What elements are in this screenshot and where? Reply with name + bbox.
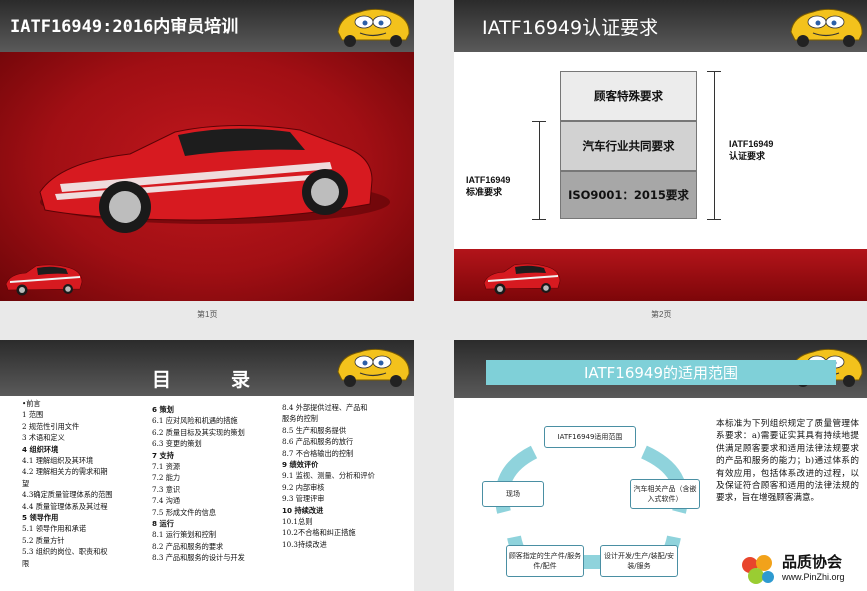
bracket-left-line [539,121,540,219]
toc-item: 5.2 质量方针 [22,535,65,545]
toc-item: 6.3 变更的策划 [152,439,202,449]
toc-item: 4.1 理解组织及其环境 [22,456,94,466]
toc-item: 服务的控制 [282,414,318,424]
slide-3[interactable]: 目录 •前言 1 范围 2 规范性引用文件 3 术语和定义 4 组织环境 4.1 理解组织… [0,340,414,591]
toc-item: 6.2 质量目标及其实现的策划 [152,427,245,437]
toc-item: 8.6 产品和服务的放行 [282,437,354,447]
toc-item: 4.2 理解相关方的需求和期 [22,467,108,477]
toc-item: 7 支持 [152,450,174,460]
small-car-icon [5,264,83,296]
bracket-left-bottom [532,219,546,220]
toc-item: 8 运行 [152,519,174,529]
watermark: 品质协会 www.PinZhi.org [738,551,863,587]
slide-header: 目录 [0,340,414,396]
toc-item: 限 [22,558,30,568]
cartoon-car-icon [337,348,410,387]
bracket-right-line [714,71,715,219]
slide-header: IATF16949认证要求 [454,0,867,52]
toc-item: 2 规范性引用文件 [22,421,80,431]
label-line: 认证要求 [729,151,766,161]
toc-item: 4.3确定质量管理体系的范围 [22,490,113,500]
watermark-name: 品质协会 [782,553,843,571]
toc-item: 7.5 形成文件的信息 [152,507,217,517]
label-line: IATF16949 [466,175,511,185]
toc-item: 5.1 领导作用和承诺 [22,524,87,534]
label-line: IATF16949 [729,139,774,149]
toc-item: 10.3持续改进 [282,539,327,549]
toc-item: 9.3 管理评审 [282,494,325,504]
toc-item: 9.1 监视、测量、分析和评价 [282,471,375,481]
slide-1[interactable]: IATF16949:2016内审员培训 [0,0,414,301]
red-footer-band [454,249,867,301]
cartoon-car-icon [790,8,863,47]
toc-column-1: •前言 1 范围 2 规范性引用文件 3 术语和定义 4 组织环境 4.1 理解组织及其环… [22,398,152,569]
watermark-url: www.PinZhi.org [782,572,845,582]
toc-item: 5 领导作用 [22,513,59,523]
slide-title: IATF16949:2016内审员培训 [10,17,239,37]
toc-item: 6.1 应对风险和机遇的措施 [152,416,238,426]
flow-box-scope: IATF16949适用范围 [544,426,636,448]
toc-item: 7.4 沟通 [152,496,181,506]
toc-column-2: 6 策划 6.1 应对风险和机遇的措施 6.2 质量目标及其实现的策划 6.3 变更的… [152,404,282,564]
label-standard-requirements: IATF16949 标准要求 [466,174,510,198]
toc-item: 8.5 生产和服务提供 [282,425,347,435]
slide-2[interactable]: IATF16949认证要求 顾客特殊要求 汽车行业共同要求 ISO9001：20… [454,0,867,301]
toc-item: 6 策划 [152,405,174,414]
toc-item: 9 绩效评价 [282,460,319,470]
stack-layer-iso9001: ISO9001：2015要求 [560,171,697,219]
pinzhi-logo-icon [742,555,774,584]
scope-description: 本标准为下列组织规定了质量管理体系要求：a)需要证实其具有持续地提供满足顾客要求… [716,419,859,504]
toc-item: 8.7 不合格输出的控制 [282,448,354,458]
toc-item: 9.2 内部审核 [282,482,325,492]
toc-item: 8.3 产品和服务的设计与开发 [152,553,245,563]
toc-item: 望 [22,478,30,488]
flow-box-processes: 设计开发/生产/装配/安装/服务 [600,545,678,577]
toc-item: 1 范围 [22,410,44,420]
small-car-icon [483,263,561,295]
toc-title: 目录 [152,369,311,391]
toc-item: 8.4 外部提供过程、产品和 [282,403,368,412]
slide-header: IATF16949:2016内审员培训 [0,0,414,52]
cartoon-car-icon [337,8,410,47]
label-line: 标准要求 [466,187,503,197]
toc-item: 10.2不合格和纠正措施 [282,528,356,538]
toc-item: •前言 [22,399,41,408]
toc-item: 3 术语和定义 [22,433,65,443]
toc-item: 10.1总则 [282,517,313,527]
toc-item: 8.1 运行策划和控制 [152,530,217,540]
label-certification-requirements: IATF16949 认证要求 [729,138,773,162]
bracket-right-bottom [707,219,721,220]
toc-column-3: 8.4 外部提供过程、产品和 服务的控制 8.5 生产和服务提供 8.6 产品和服务的… [282,402,412,550]
stack-layer-auto-industry: 汽车行业共同要求 [560,121,697,171]
bracket-right-top [707,71,721,72]
bracket-left-top [532,121,546,122]
page-label-1: 第1页 [197,310,218,319]
toc-item: 7.3 意识 [152,484,181,494]
slide-title-banner: IATF16949的适用范围 [486,360,836,385]
toc-item: 7.2 能力 [152,473,181,483]
toc-item: 4 组织环境 [22,444,59,454]
flow-box-parts: 顾客指定的生产件/服务件/配件 [506,545,584,577]
stack-layer-customer: 顾客特殊要求 [560,71,697,121]
toc-item: 7.1 资源 [152,462,181,472]
toc-item: 10 持续改进 [282,505,324,515]
toc-item: 8.2 产品和服务的要求 [152,541,224,551]
page-label-2: 第2页 [651,310,672,319]
toc-item: 4.4 质量管理体系及其过程 [22,501,108,511]
flow-box-products: 汽车相关产品（含嵌入式软件） [630,479,700,509]
slide-title: IATF16949认证要求 [482,17,659,39]
flow-box-site: 现场 [482,481,544,507]
toc-item: 5.3 组织的岗位、职责和权 [22,547,108,557]
